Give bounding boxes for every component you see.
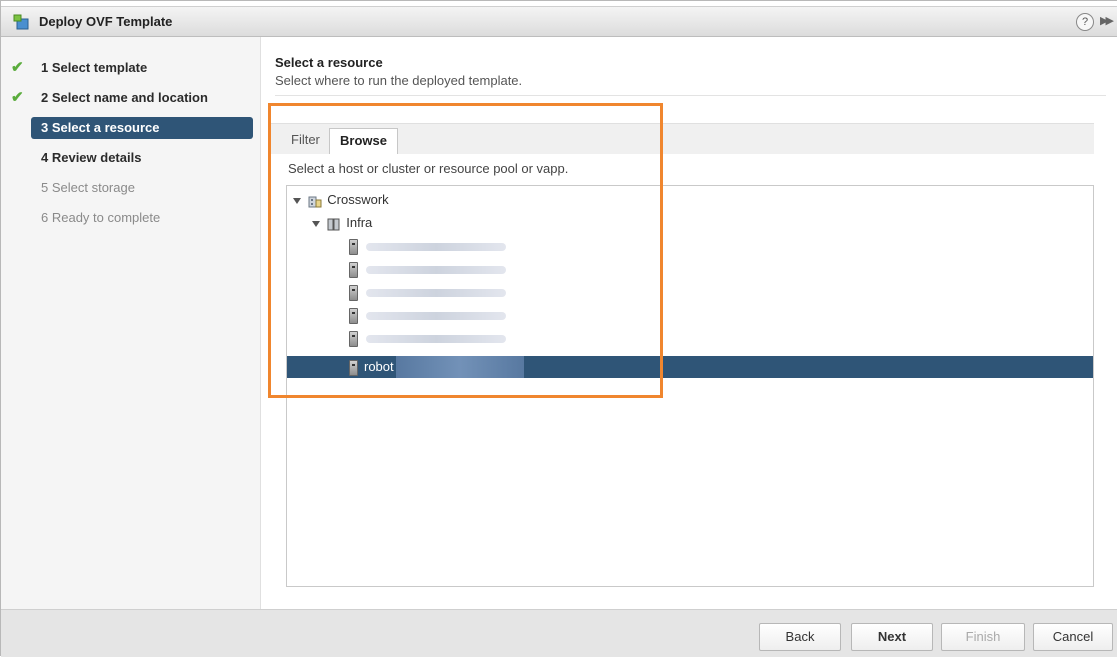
expand-icon[interactable]: ▶▶ <box>1100 14 1114 27</box>
step-select-storage: 5 Select storage <box>31 177 253 199</box>
step-select-template[interactable]: ✔ 1 Select template <box>11 57 253 79</box>
step-label: 2 Select name and location <box>41 90 208 105</box>
step-review-details[interactable]: 4 Review details <box>31 147 253 169</box>
step-select-resource[interactable]: 3 Select a resource <box>31 117 253 139</box>
step-label: 4 Review details <box>41 150 142 165</box>
step-label: 1 Select template <box>41 60 148 75</box>
deploy-ovf-window: Deploy OVF Template ? ▶▶ ✔ 1 Select temp… <box>0 0 1117 657</box>
title-bar: Deploy OVF Template ? ▶▶ <box>1 7 1117 37</box>
back-button[interactable]: Back <box>759 623 841 651</box>
annotation-highlight-box <box>268 103 663 398</box>
wizard-steps: ✔ 1 Select template ✔ 2 Select name and … <box>1 37 261 609</box>
step-ready-to-complete: 6 Ready to complete <box>31 207 253 229</box>
help-icon[interactable]: ? <box>1076 13 1094 31</box>
finish-button: Finish <box>941 623 1025 651</box>
check-icon: ✔ <box>11 89 24 106</box>
step-label: 6 Ready to complete <box>41 210 161 225</box>
deploy-template-icon <box>13 14 29 30</box>
divider <box>275 95 1106 96</box>
wizard-footer: Back Next Finish Cancel <box>1 609 1117 657</box>
check-icon: ✔ <box>11 59 24 76</box>
window-title: Deploy OVF Template <box>39 14 173 29</box>
cancel-button[interactable]: Cancel <box>1033 623 1113 651</box>
step-label: 3 Select a resource <box>41 120 160 135</box>
next-button[interactable]: Next <box>851 623 933 651</box>
step-select-name-location[interactable]: ✔ 2 Select name and location <box>11 87 253 109</box>
step-label: 5 Select storage <box>41 180 135 195</box>
page-title: Select a resource <box>275 55 383 70</box>
page-subtitle: Select where to run the deployed templat… <box>275 73 523 88</box>
